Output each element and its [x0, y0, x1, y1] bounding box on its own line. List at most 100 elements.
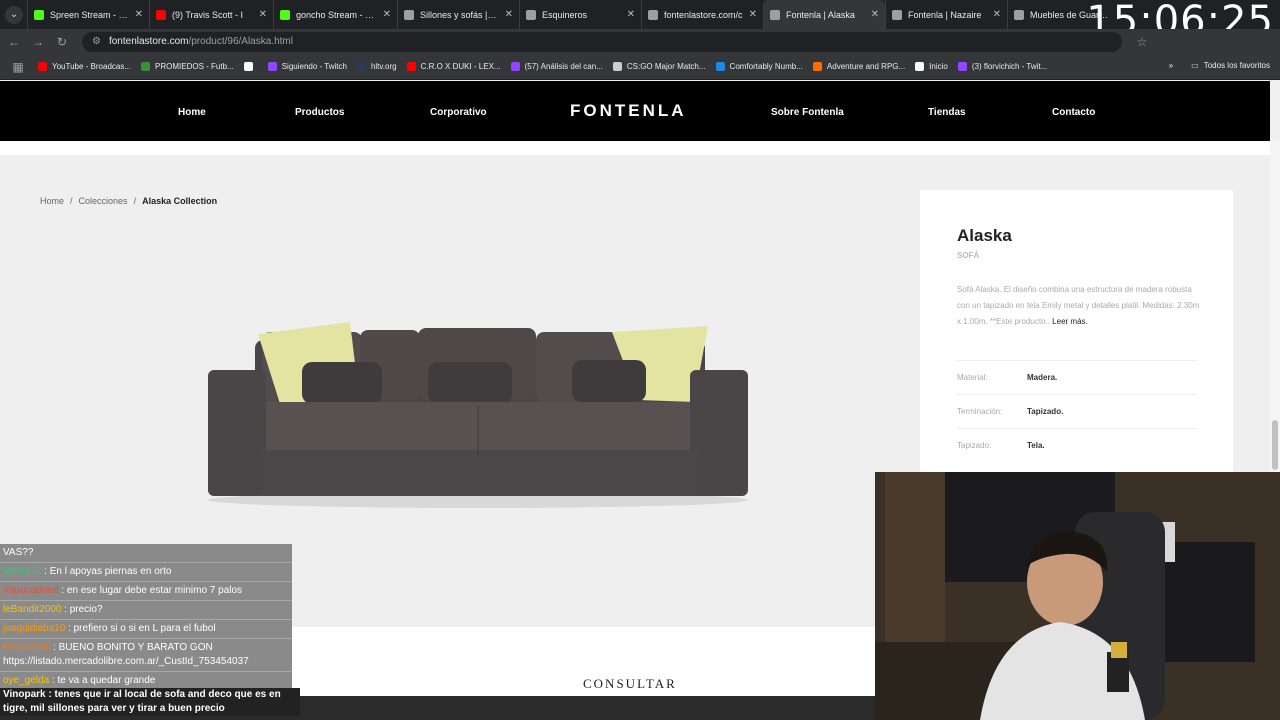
bookmark-label: Comfortably Numb...	[729, 62, 803, 71]
tab-title: Sillones y sofás | Mo	[420, 9, 499, 20]
chat-text: VAS??	[3, 547, 34, 558]
nav-home[interactable]: Home	[178, 107, 206, 118]
tab-favicon-icon	[404, 9, 414, 20]
nav-productos[interactable]: Productos	[295, 107, 344, 118]
bookmark-item[interactable]: Inicio	[915, 62, 948, 71]
chat-text: : te va a quedar grande	[51, 675, 156, 686]
bookmark-label: (3) florvichich - Twit...	[971, 62, 1048, 71]
apps-icon[interactable]: ▦	[8, 60, 28, 74]
browser-tab[interactable]: Fontenla | Alaska ✕	[763, 0, 885, 29]
spec-key: Terminación:	[957, 407, 1003, 416]
bookmark-favicon-icon	[243, 62, 253, 71]
browser-tab[interactable]: (9) Travis Scott - I ✕	[149, 0, 273, 29]
bookmark-label: C.R.O X DUKI - LEX...	[420, 62, 501, 71]
browser-tab[interactable]: fontenlastore.com/c ✕	[641, 0, 763, 29]
chat-username: leBandit2000	[3, 604, 62, 615]
bookmark-item[interactable]: Adventure and RPG...	[812, 62, 905, 71]
url-path: /product/96/Alaska.html	[188, 36, 293, 47]
address-bar: ← → ↻ ⚙ fontenlastore.com/product/96/Ala…	[0, 29, 1280, 54]
product-description: Sofá Alaska. El diseño combina una estru…	[957, 282, 1202, 330]
bookmark-item[interactable]: YouTube - Broadcas...	[38, 62, 131, 71]
tab-favicon-icon	[526, 9, 536, 20]
tab-title: (9) Travis Scott - I	[172, 9, 244, 20]
url-input[interactable]: ⚙ fontenlastore.com/product/96/Alaska.ht…	[82, 31, 1122, 52]
spec-value: Tapizado.	[1027, 407, 1064, 416]
browser-tab[interactable]: Sillones y sofás | Mo ✕	[397, 0, 519, 29]
breadcrumb-colecciones[interactable]: Colecciones	[79, 196, 128, 206]
product-image[interactable]	[200, 310, 760, 520]
all-bookmarks[interactable]: » ▭ Todos los favoritos	[1169, 61, 1270, 70]
tab-bar: ⌄ Spreen Stream - Wat ✕ (9) Travis Scott -…	[0, 0, 1280, 44]
bookmark-item[interactable]: PROMIEDOS - Futb...	[141, 62, 234, 71]
chat-username: oye_gelda	[3, 675, 50, 686]
product-panel: Alaska SOFÁ Sofá Alaska. El diseño combi…	[920, 190, 1233, 472]
spec-value: Madera.	[1027, 373, 1058, 382]
bookmark-item[interactable]: (57) Análisis del can...	[510, 62, 603, 71]
bookmark-item[interactable]: (3) florvichich - Twit...	[957, 62, 1048, 71]
chat-last-message: Vinopark : tenes que ir al local de sofa…	[0, 688, 300, 716]
spec-value: Tela.	[1027, 441, 1045, 450]
chat-message: joaquidiaba10 : prefiero si o si en L pa…	[0, 620, 292, 639]
browser-tab[interactable]: Spreen Stream - Wat ✕	[27, 0, 149, 29]
site-header: Home Productos Corporativo FONTENLA Sobr…	[0, 81, 1270, 141]
webcam-image	[875, 472, 1280, 720]
tab-title: fontenlastore.com/c	[664, 9, 743, 20]
forward-icon[interactable]: →	[28, 35, 48, 49]
bookmark-label: YouTube - Broadcas...	[52, 62, 132, 71]
chat-username: marucadoral	[3, 585, 59, 596]
bookmark-favicon-icon	[510, 62, 520, 71]
tab-close-icon[interactable]: ✕	[259, 9, 267, 20]
bookmark-favicon-icon	[812, 62, 822, 71]
sofa-illustration	[208, 322, 748, 508]
breadcrumb-home[interactable]: Home	[40, 196, 64, 206]
bookmark-item[interactable]: Comfortably Numb...	[715, 62, 803, 71]
browser-tab[interactable]: Fontenla | Nazaire ✕	[885, 0, 1007, 29]
bookmark-item[interactable]: hltv.org	[356, 62, 397, 71]
bookmark-item[interactable]	[243, 62, 258, 71]
tab-favicon-icon	[34, 9, 44, 20]
chat-message: VAS??	[0, 544, 292, 563]
back-icon[interactable]: ←	[4, 35, 24, 49]
scrollbar-thumb[interactable]	[1272, 420, 1278, 470]
read-more-link[interactable]: Leer más.	[1052, 317, 1088, 326]
bookmark-favicon-icon	[356, 62, 366, 71]
nav-contacto[interactable]: Contacto	[1052, 107, 1095, 118]
tab-title: goncho Stream - Wa	[296, 9, 377, 20]
bookmark-item[interactable]: C.R.O X DUKI - LEX...	[406, 62, 501, 71]
breadcrumb-current: Alaska Collection	[142, 196, 218, 206]
tab-close-icon[interactable]: ✕	[749, 9, 757, 20]
tab-close-icon[interactable]: ✕	[871, 9, 879, 20]
header-spacer	[0, 141, 1270, 155]
bookmark-favicon-icon	[406, 62, 416, 71]
chat-username: Mateo7k	[3, 566, 42, 577]
nav-sobre-fontenla[interactable]: Sobre Fontenla	[771, 107, 844, 118]
bookmark-label: hltv.org	[370, 62, 397, 71]
site-info-icon[interactable]: ⚙	[92, 36, 101, 47]
tab-close-icon[interactable]: ✕	[383, 9, 391, 20]
bookmark-item[interactable]: Siguiendo - Twitch	[267, 62, 347, 71]
tab-search-icon[interactable]: ⌄	[5, 5, 23, 24]
tab-favicon-icon	[892, 9, 902, 20]
chevron-right-icon[interactable]: »	[1169, 61, 1173, 70]
bookmark-item[interactable]: CS:GO Major Match...	[612, 62, 706, 71]
reload-icon[interactable]: ↻	[52, 35, 72, 49]
browser-tab[interactable]: goncho Stream - Wa ✕	[273, 0, 397, 29]
consult-button[interactable]: CONSULTAR	[583, 676, 677, 692]
tab-favicon-icon	[648, 9, 658, 20]
chat-username: joaquidiaba10	[3, 623, 66, 634]
nav-corporativo[interactable]: Corporativo	[430, 107, 487, 118]
brand-logo[interactable]: FONTENLA	[570, 101, 687, 121]
tab-close-icon[interactable]: ✕	[993, 9, 1001, 20]
bookmark-star-icon[interactable]: ☆	[1132, 35, 1152, 49]
nav-tiendas[interactable]: Tiendas	[928, 107, 966, 118]
bookmark-label: Siguiendo - Twitch	[281, 62, 347, 71]
breadcrumb: Home / Colecciones / Alaska Collection	[40, 196, 217, 206]
browser-tab[interactable]: Esquineros ✕	[519, 0, 641, 29]
chat-message: marucadoral : en ese lugar debe estar mi…	[0, 582, 292, 601]
spec-key: Material:	[957, 373, 988, 382]
tab-close-icon[interactable]: ✕	[135, 9, 143, 20]
tab-close-icon[interactable]: ✕	[627, 9, 635, 20]
tab-favicon-icon	[1014, 9, 1024, 20]
tab-favicon-icon	[280, 9, 290, 20]
tab-close-icon[interactable]: ✕	[505, 9, 513, 20]
